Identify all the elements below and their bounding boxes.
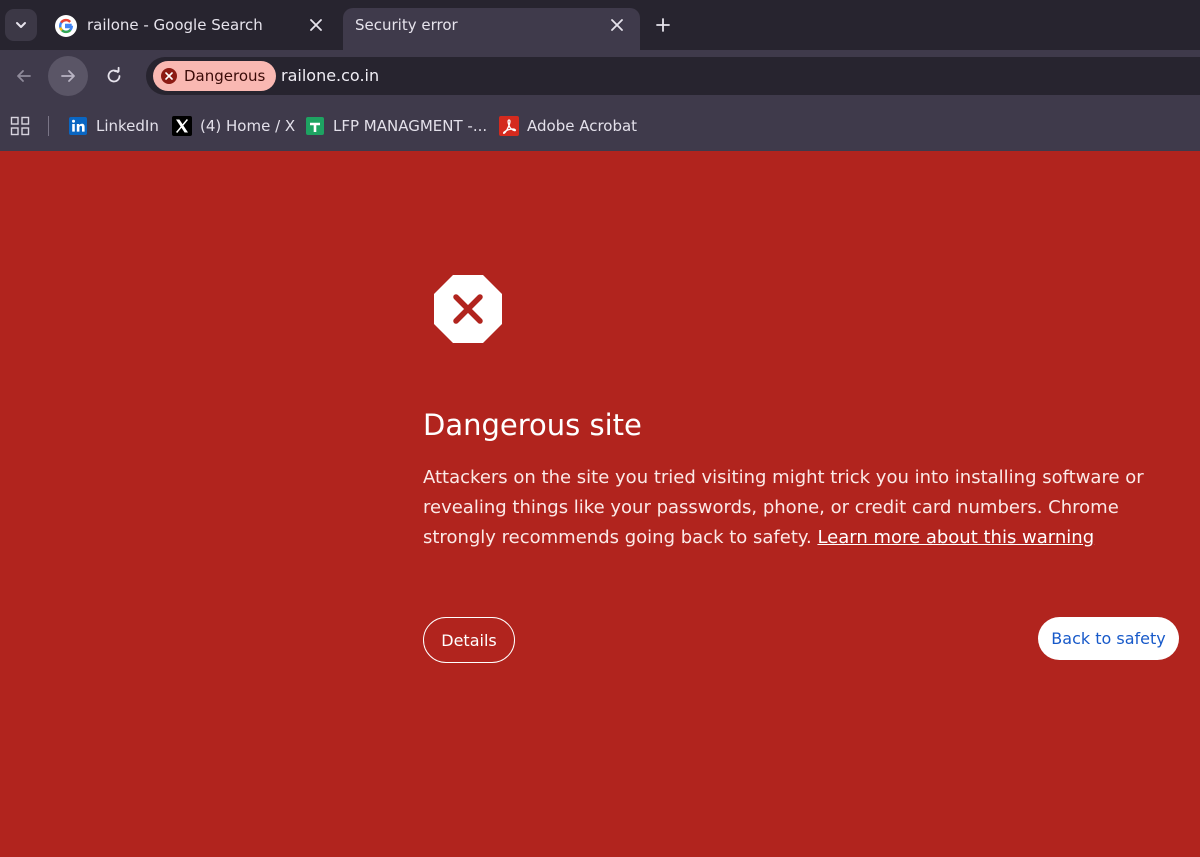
google-g-icon bbox=[55, 15, 77, 37]
close-icon bbox=[611, 19, 623, 31]
tab-close-button[interactable] bbox=[606, 14, 628, 36]
bookmark-label: LFP MANAGMENT -... bbox=[333, 117, 488, 135]
tab-strip: railone - Google Search Security error bbox=[0, 0, 1200, 50]
bookmark-x-home[interactable]: (4) Home / X bbox=[172, 115, 295, 137]
forward-button[interactable] bbox=[48, 56, 88, 96]
bookmark-label: (4) Home / X bbox=[200, 117, 296, 135]
plus-icon bbox=[656, 18, 670, 32]
linkedin-icon bbox=[69, 117, 87, 135]
tab-google-search[interactable]: railone - Google Search bbox=[46, 8, 339, 50]
bookmarks-divider bbox=[48, 116, 49, 136]
adobe-acrobat-icon bbox=[499, 116, 519, 136]
stop-sign-icon bbox=[434, 275, 502, 343]
tab-search-button[interactable] bbox=[5, 9, 37, 41]
back-to-safety-button[interactable]: Back to safety bbox=[1038, 617, 1179, 660]
security-status-chip[interactable]: Dangerous bbox=[153, 61, 277, 91]
details-button[interactable]: Details bbox=[423, 617, 515, 663]
arrow-right-icon bbox=[61, 70, 75, 82]
apps-grid-icon[interactable] bbox=[10, 116, 30, 136]
new-tab-button[interactable] bbox=[650, 12, 676, 38]
address-bar[interactable]: Dangerous railone.co.in bbox=[146, 57, 1200, 95]
security-status-label: Dangerous bbox=[184, 67, 266, 85]
security-interstitial: Dangerous site Attackers on the site you… bbox=[0, 151, 1200, 857]
reload-icon bbox=[107, 66, 121, 83]
tab-close-button[interactable] bbox=[305, 14, 327, 36]
bookmark-label: LinkedIn bbox=[96, 117, 159, 135]
warning-explanation: Attackers on the site you tried visiting… bbox=[423, 463, 1188, 553]
toolbar: Dangerous railone.co.in bbox=[0, 50, 1200, 101]
bookmark-lfp-managment[interactable]: LFP MANAGMENT -... bbox=[305, 115, 487, 137]
back-button[interactable] bbox=[4, 56, 44, 96]
bookmark-adobe-acrobat[interactable]: Adobe Acrobat bbox=[499, 115, 637, 137]
tab-title: Security error bbox=[355, 16, 458, 34]
tab-security-error[interactable]: Security error bbox=[343, 8, 640, 50]
learn-more-link[interactable]: Learn more about this warning bbox=[817, 527, 1094, 548]
chevron-down-icon bbox=[16, 22, 26, 28]
close-icon bbox=[310, 19, 322, 31]
x-icon bbox=[172, 116, 192, 136]
bookmark-label: Adobe Acrobat bbox=[527, 117, 638, 135]
google-sheets-icon bbox=[306, 117, 324, 135]
tab-title: railone - Google Search bbox=[87, 16, 263, 34]
page-title: Dangerous site bbox=[423, 408, 642, 442]
arrow-left-icon bbox=[17, 70, 31, 82]
bookmark-linkedin[interactable]: LinkedIn bbox=[68, 115, 159, 137]
reload-button[interactable] bbox=[94, 56, 134, 96]
danger-x-icon bbox=[161, 68, 177, 84]
bookmarks-bar: LinkedIn (4) Home / X LFP MANAGMENT -...… bbox=[0, 101, 1200, 151]
url-text[interactable]: railone.co.in bbox=[281, 57, 379, 95]
